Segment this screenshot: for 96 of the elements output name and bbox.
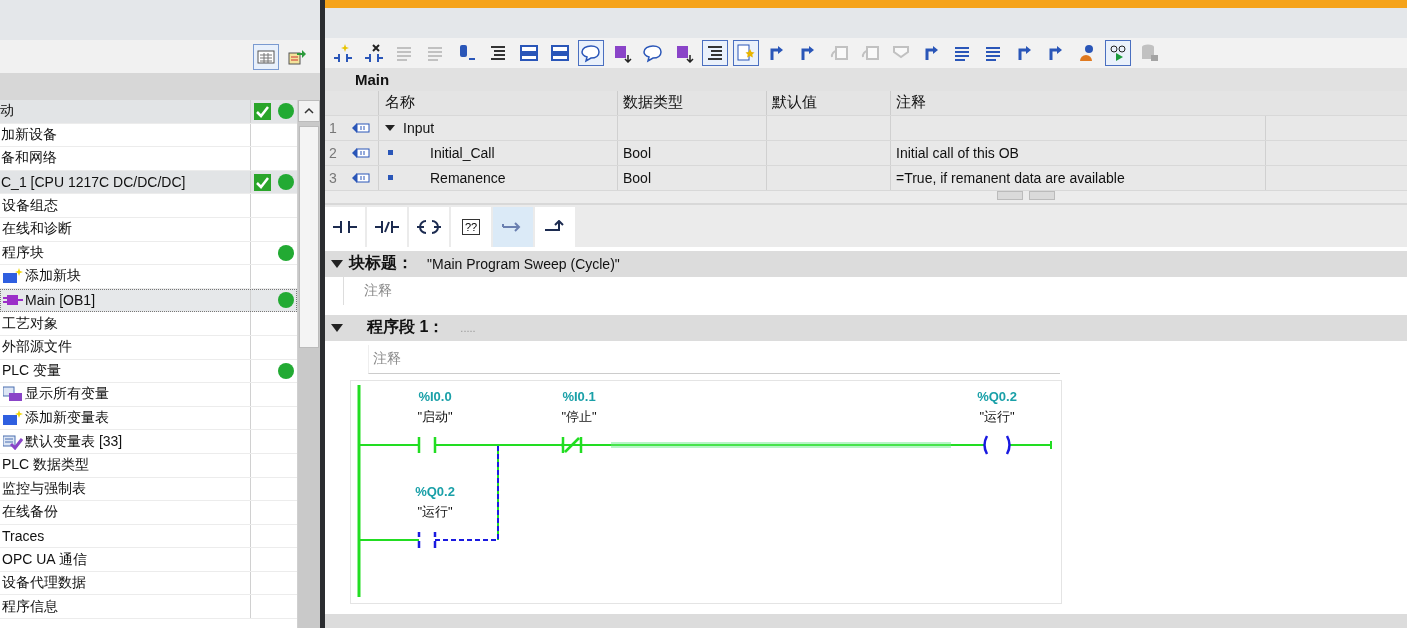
list-button[interactable] — [702, 40, 728, 66]
closed-contact-icon — [375, 220, 399, 234]
variable-name: Remanence — [429, 170, 506, 186]
scrollbar-track[interactable] — [297, 100, 320, 628]
data-type: Bool — [623, 170, 652, 186]
module-icon — [860, 43, 880, 63]
glasses-button[interactable] — [1105, 40, 1131, 66]
symbol-label: "启动" — [417, 409, 453, 424]
glasses-icon — [1108, 43, 1128, 63]
row-number: 2 — [329, 145, 337, 161]
address-label: %I0.1 — [562, 389, 596, 404]
comment-field[interactable]: 注释 — [373, 350, 401, 368]
interface-icon — [352, 122, 370, 134]
comment-text: =True, if remanent data are available — [896, 170, 1125, 186]
tree-item[interactable]: PLC 变量 — [2, 361, 62, 380]
table-icon — [257, 48, 275, 65]
tree-item[interactable]: 外部源文件 — [2, 338, 72, 357]
star-button[interactable] — [733, 40, 759, 66]
contact-no-tool[interactable] — [325, 207, 365, 247]
block-download-icon — [674, 43, 694, 63]
tag-table-icon — [3, 433, 23, 450]
address-label: %Q0.2 — [977, 389, 1017, 404]
export-icon — [288, 48, 306, 65]
network-plus-icon — [333, 43, 353, 63]
collapse-arrow-icon[interactable] — [331, 259, 343, 269]
coil-icon — [417, 220, 441, 234]
branch-close-tool[interactable] — [535, 207, 575, 247]
bubble-button[interactable] — [578, 40, 604, 66]
column-header[interactable]: 默认值 — [766, 91, 890, 115]
collapse-arrow-icon[interactable] — [331, 323, 343, 333]
tree-item[interactable]: 添加新变量表 — [25, 409, 109, 427]
tree-item[interactable]: 程序信息 — [2, 597, 58, 616]
tree-item[interactable]: 设备组态 — [2, 196, 58, 215]
block-download-icon — [612, 43, 632, 63]
network-label: 程序段 1： — [367, 317, 445, 338]
speech-bubble-icon — [643, 43, 663, 63]
tree-item[interactable]: PLC 数据类型 — [2, 456, 90, 475]
window-icon — [550, 43, 570, 63]
tree-item[interactable]: Traces — [2, 528, 45, 544]
row-number: 1 — [329, 120, 337, 136]
list-icon — [705, 43, 725, 63]
tree-item[interactable]: 备和网络 — [1, 149, 57, 168]
tree-item[interactable]: 加新设备 — [1, 125, 57, 144]
page-star-icon — [736, 43, 756, 63]
tree-item[interactable]: 程序块 — [2, 243, 44, 262]
data-type: Bool — [623, 145, 652, 161]
comment-text: Initial call of this OB — [896, 145, 1019, 161]
add-new-icon — [3, 410, 23, 426]
box-tool[interactable]: ?? — [451, 207, 491, 247]
column-header[interactable]: 数据类型 — [617, 91, 766, 115]
column-header[interactable]: 注释 — [890, 91, 1265, 115]
symbol-label: "运行" — [417, 504, 453, 519]
block-title-label: 块标题： — [349, 253, 413, 274]
symbol-label: "停止" — [561, 409, 597, 424]
coil-symbol[interactable] — [983, 434, 1011, 456]
tree-item[interactable]: Main [OB1] — [25, 292, 96, 309]
bullet-icon — [388, 150, 393, 156]
tree-item[interactable]: 默认变量表 [33] — [25, 432, 123, 451]
tag-list-icon — [3, 386, 23, 403]
contact-nc-tool[interactable] — [367, 207, 407, 247]
scroll-thumb[interactable] — [299, 126, 319, 348]
bullet-icon — [388, 175, 393, 181]
tree-item[interactable]: 添加新块 — [25, 267, 81, 286]
table-view-button[interactable] — [253, 43, 279, 70]
tree-item[interactable]: 动 — [0, 102, 14, 121]
coil-tool[interactable] — [409, 207, 449, 247]
contact-icon — [333, 220, 357, 234]
tree-item[interactable]: 显示所有变量 — [25, 385, 109, 404]
database-icon — [1139, 43, 1159, 63]
tree-item[interactable]: 在线和诊断 — [2, 220, 72, 239]
contact-symbol[interactable] — [417, 530, 437, 550]
column-header[interactable]: 名称 — [378, 91, 617, 115]
block-title[interactable]: "Main Program Sweep (Cycle)" — [427, 256, 620, 272]
variable-name: Initial_Call — [429, 145, 495, 161]
window-icon — [519, 43, 539, 63]
list-icon — [488, 43, 508, 63]
module-icon — [829, 43, 849, 63]
interface-icon — [352, 172, 370, 184]
comment-field[interactable]: 注释 — [364, 282, 392, 300]
collapse-arrow-icon[interactable] — [385, 123, 395, 133]
network-cross-icon — [364, 43, 384, 63]
symbol-label: "运行" — [979, 409, 1015, 424]
address-label: %Q0.2 — [415, 484, 455, 499]
variable-name: Input — [403, 120, 435, 136]
address-label: %I0.0 — [418, 389, 452, 404]
scroll-up-button[interactable] — [298, 100, 320, 122]
add-new-icon — [3, 268, 23, 285]
tree-item[interactable]: 工艺对象 — [2, 314, 58, 333]
row-number: 3 — [329, 170, 337, 186]
tree-item[interactable]: 监控与强制表 — [2, 479, 86, 498]
tree-item[interactable]: 设备代理数据 — [2, 574, 86, 593]
tree-item[interactable]: 在线备份 — [2, 503, 58, 522]
block-name: Main — [355, 71, 390, 89]
interface-icon — [352, 147, 370, 159]
speech-bubble-icon — [581, 43, 601, 63]
tree-item[interactable]: OPC UA 通信 — [2, 550, 87, 569]
